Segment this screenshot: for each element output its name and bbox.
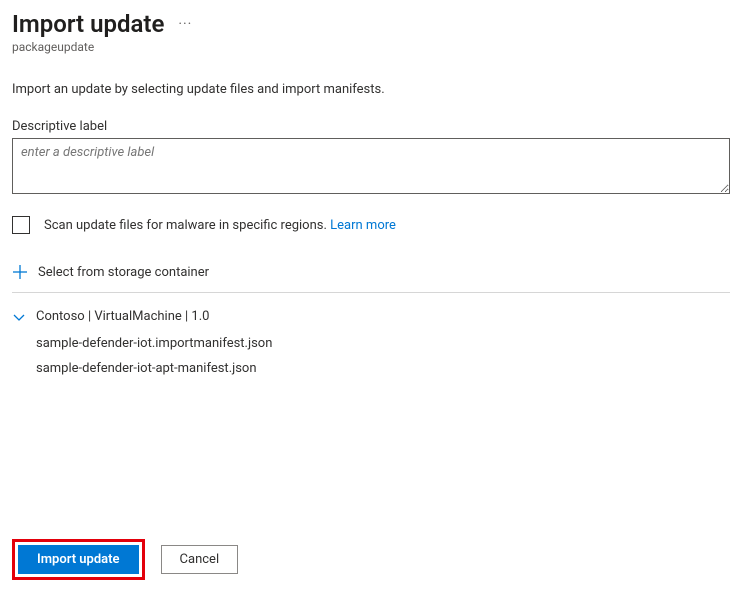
file-list: sample-defender-iot.importmanifest.json … bbox=[36, 336, 740, 376]
page-subtitle: packageupdate bbox=[12, 40, 740, 54]
package-title: Contoso | VirtualMachine | 1.0 bbox=[36, 309, 209, 324]
descriptive-label-input[interactable] bbox=[12, 138, 730, 194]
package-toggle[interactable]: Contoso | VirtualMachine | 1.0 bbox=[12, 309, 740, 324]
learn-more-link[interactable]: Learn more bbox=[330, 218, 396, 233]
scan-malware-label: Scan update files for malware in specifi… bbox=[44, 218, 396, 233]
more-icon[interactable]: ··· bbox=[178, 17, 192, 31]
list-item: sample-defender-iot-apt-manifest.json bbox=[36, 361, 740, 376]
page-title: Import update bbox=[12, 10, 164, 38]
descriptive-label-caption: Descriptive label bbox=[12, 119, 740, 134]
page-description: Import an update by selecting update fil… bbox=[12, 82, 740, 97]
import-update-button[interactable]: Import update bbox=[18, 545, 139, 574]
chevron-down-icon bbox=[12, 310, 26, 324]
select-storage-label: Select from storage container bbox=[38, 265, 209, 280]
list-item: sample-defender-iot.importmanifest.json bbox=[36, 336, 740, 351]
import-button-highlight: Import update bbox=[12, 539, 145, 580]
select-storage-button[interactable]: Select from storage container bbox=[12, 264, 730, 293]
cancel-button[interactable]: Cancel bbox=[161, 545, 239, 574]
scan-malware-checkbox[interactable] bbox=[12, 216, 30, 234]
plus-icon bbox=[12, 264, 28, 280]
